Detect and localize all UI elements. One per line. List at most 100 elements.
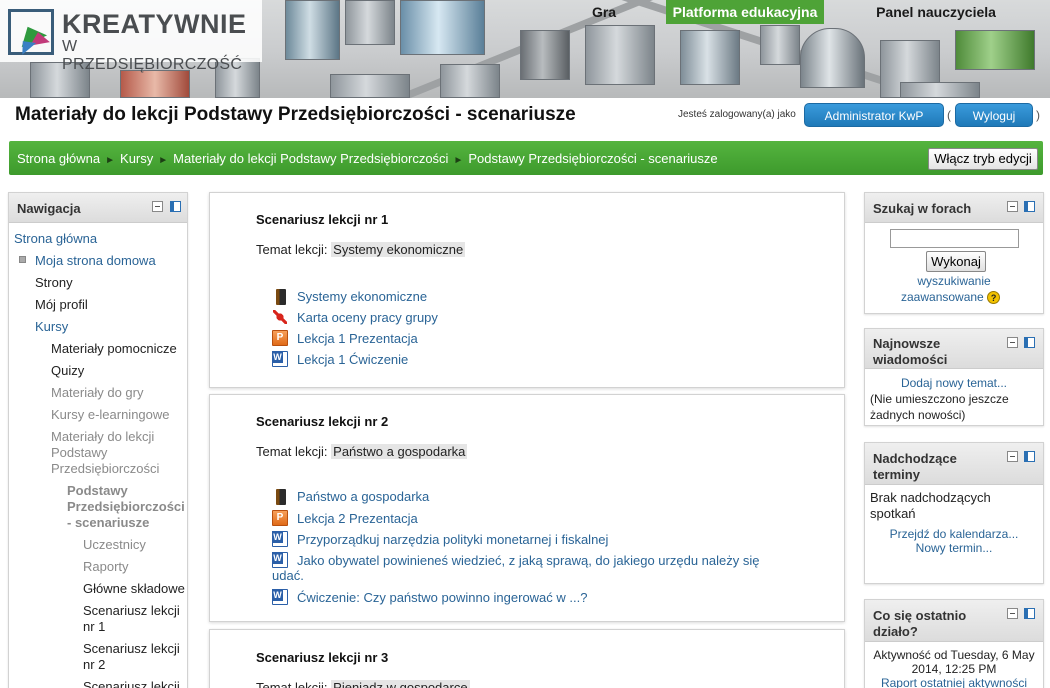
- logged-in-label: Jesteś zalogowany(a) jako: [678, 109, 796, 120]
- new-event-link[interactable]: Nowy termin...: [865, 541, 1043, 555]
- nav-edu-platform[interactable]: Platforma edukacyjna: [666, 0, 824, 24]
- add-topic-link[interactable]: Dodaj nowy temat...: [865, 376, 1043, 390]
- recent-activity-title: Co się ostatnio: [873, 608, 967, 623]
- lesson-topic: Temat lekcji: Państwo a gospodarka: [256, 444, 468, 459]
- recent-activity-block: Co się ostatnio działo? Aktywność od Tue…: [864, 599, 1044, 688]
- nav-scenario-2-line2: nr 2: [83, 657, 106, 672]
- header-banner: KREATYWNIE W PRZEDSIĘBIORCZOŚĆ Gra Platf…: [0, 0, 1050, 98]
- dock-icon[interactable]: [1024, 337, 1035, 348]
- book-icon: [276, 289, 286, 305]
- logo-subtitle: W PRZEDSIĘBIORCZOŚĆ: [62, 38, 243, 73]
- minimize-icon[interactable]: [1007, 451, 1018, 462]
- nav-aux-materials[interactable]: Materiały pomocnicze: [51, 341, 177, 357]
- page-title: Materiały do lekcji Podstawy Przedsiębio…: [15, 104, 576, 125]
- minimize-icon[interactable]: [1007, 201, 1018, 212]
- nav-lesson-materials[interactable]: Materiały do lekcji: [51, 429, 154, 445]
- activity-since-text-line2: 2014, 12:25 PM: [911, 662, 997, 676]
- nav-profile[interactable]: Mój profil: [35, 297, 88, 313]
- advanced-search-link[interactable]: wyszukiwanie: [865, 274, 1043, 288]
- resource-link[interactable]: Państwo a gospodarka: [297, 489, 429, 504]
- resource-link[interactable]: Systemy ekonomiczne: [297, 289, 427, 304]
- upcoming-events-title-line2: terminy: [873, 467, 920, 482]
- nav-scenario-2[interactable]: Scenariusz lekcji: [83, 641, 180, 657]
- no-news-text: (Nie umieszczono jeszcze: [870, 392, 1009, 406]
- resource-link[interactable]: Lekcja 1 Prezentacja: [297, 331, 418, 346]
- user-profile-button[interactable]: Administrator KwP: [804, 103, 944, 127]
- nav-main-components[interactable]: Główne składowe: [83, 581, 185, 597]
- breadcrumb-separator-icon: ►: [453, 155, 464, 166]
- ppt-icon: P: [272, 330, 288, 346]
- nav-participants[interactable]: Uczestnicy: [83, 537, 146, 553]
- navigation-block: Nawigacja Strona główna Moja strona domo…: [8, 192, 188, 688]
- breadcrumb-materials[interactable]: Materiały do lekcji Podstawy Przedsiębio…: [173, 151, 448, 166]
- nav-scenario-1-line2: nr 1: [83, 619, 106, 634]
- breadcrumb-separator-icon: ►: [158, 155, 169, 166]
- breadcrumb-courses[interactable]: Kursy: [120, 151, 153, 166]
- latest-news-block: Najnowsze wiadomości Dodaj nowy temat...…: [864, 328, 1044, 426]
- tree-collapse-icon[interactable]: [19, 256, 26, 263]
- resource-link[interactable]: Jako obywatel powinieneś wiedzieć, z jak…: [297, 553, 759, 568]
- paren-open: (: [947, 108, 951, 122]
- section-1: Scenariusz lekcji nr 1 Temat lekcji: Sys…: [209, 192, 845, 388]
- nav-current-course-line3: - scenariusze: [67, 515, 150, 530]
- forum-search-block: Szukaj w forach Wykonaj wyszukiwanie zaa…: [864, 192, 1044, 314]
- logo[interactable]: KREATYWNIE W PRZEDSIĘBIORCZOŚĆ: [0, 0, 262, 73]
- nav-scenario-3[interactable]: Scenariusz lekcji: [83, 679, 180, 688]
- resource-link[interactable]: Lekcja 2 Prezentacja: [297, 511, 418, 526]
- nav-my-home[interactable]: Moja strona domowa: [35, 253, 156, 269]
- activity-report-link[interactable]: Raport ostatniej aktywności: [865, 676, 1043, 688]
- breadcrumb-current[interactable]: Podstawy Przedsiębiorczości - scenariusz…: [468, 151, 717, 166]
- section-title: Scenariusz lekcji nr 2: [256, 414, 389, 429]
- book-icon: [276, 489, 286, 505]
- nav-home[interactable]: Strona główna: [14, 231, 97, 247]
- nav-quizzes[interactable]: Quizy: [51, 363, 84, 379]
- logo-title: KREATYWNIE: [62, 9, 247, 39]
- resource-link[interactable]: Lekcja 1 Ćwiczenie: [297, 352, 408, 367]
- forum-search-title: Szukaj w forach: [873, 201, 972, 216]
- dock-icon[interactable]: [170, 201, 181, 212]
- resource-link-line2[interactable]: udać.: [272, 568, 304, 583]
- edit-mode-button[interactable]: Włącz tryb edycji: [928, 148, 1038, 170]
- navigation-title: Nawigacja: [17, 201, 81, 216]
- breadcrumb-home[interactable]: Strona główna: [17, 151, 100, 166]
- forum-search-input[interactable]: [890, 229, 1019, 248]
- resource-link[interactable]: Karta oceny pracy grupy: [297, 310, 438, 325]
- section-title: Scenariusz lekcji nr 3: [256, 650, 389, 665]
- lesson-topic: Temat lekcji: Pieniądz w gospodarce: [256, 680, 470, 688]
- nav-scenario-1[interactable]: Scenariusz lekcji: [83, 603, 180, 619]
- nav-current-course[interactable]: Podstawy: [67, 483, 128, 499]
- paren-close: ): [1036, 108, 1040, 122]
- nav-elearning[interactable]: Kursy e-learningowe: [51, 407, 170, 423]
- minimize-icon[interactable]: [152, 201, 163, 212]
- nav-game[interactable]: Gra: [580, 0, 628, 24]
- activity-since-text: Aktywność od Tuesday, 6 May: [873, 648, 1035, 662]
- breadcrumb: Strona główna ► Kursy ► Materiały do lekcji …: [9, 141, 1043, 175]
- pdf-icon: [272, 309, 288, 325]
- latest-news-title-line2: wiadomości: [873, 352, 948, 367]
- nav-pages[interactable]: Strony: [35, 275, 73, 291]
- minimize-icon[interactable]: [1007, 608, 1018, 619]
- dock-icon[interactable]: [1024, 608, 1035, 619]
- advanced-search-link-line2[interactable]: zaawansowane: [901, 290, 984, 304]
- resource-link[interactable]: Przyporządkuj narzędzia polityki monetar…: [297, 532, 608, 547]
- word-icon: [272, 552, 288, 568]
- nav-game-materials[interactable]: Materiały do gry: [51, 385, 143, 401]
- nav-courses[interactable]: Kursy: [35, 319, 68, 335]
- word-icon: [272, 351, 288, 367]
- nav-teacher-panel[interactable]: Panel nauczyciela: [864, 0, 1008, 24]
- help-icon[interactable]: ?: [987, 291, 1001, 305]
- logout-button[interactable]: Wyloguj: [955, 103, 1033, 127]
- minimize-icon[interactable]: [1007, 337, 1018, 348]
- section-3: Scenariusz lekcji nr 3 Temat lekcji: Pie…: [209, 629, 845, 688]
- dock-icon[interactable]: [1024, 451, 1035, 462]
- nav-reports[interactable]: Raporty: [83, 559, 129, 575]
- word-icon: [272, 589, 288, 605]
- section-title: Scenariusz lekcji nr 1: [256, 212, 389, 227]
- no-news-text-line2: żadnych nowości): [870, 408, 966, 422]
- logo-mark-icon: [8, 9, 54, 55]
- section-2: Scenariusz lekcji nr 2 Temat lekcji: Pań…: [209, 394, 845, 622]
- calendar-link[interactable]: Przejdź do kalendarza...: [865, 527, 1043, 541]
- dock-icon[interactable]: [1024, 201, 1035, 212]
- forum-search-button[interactable]: Wykonaj: [926, 251, 986, 272]
- resource-link[interactable]: Ćwiczenie: Czy państwo powinno ingerować…: [297, 590, 587, 605]
